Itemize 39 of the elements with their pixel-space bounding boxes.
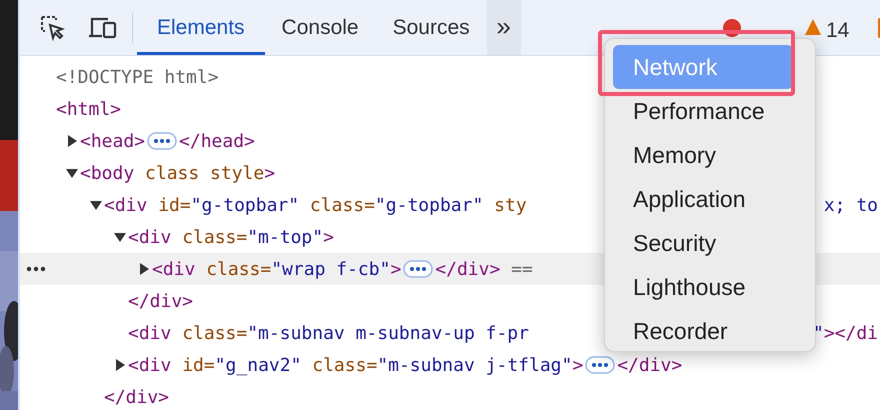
code-token: <div	[128, 226, 172, 250]
code-token: class=	[205, 258, 272, 282]
code-token: "m-top"	[247, 226, 324, 250]
code-token: ></di	[824, 322, 878, 346]
code-token: <html>	[56, 98, 122, 122]
code-token: "m-subnav j-tflag"	[377, 354, 572, 378]
code-token: sty	[493, 194, 527, 218]
code-token: </div>	[435, 258, 500, 282]
code-token: "wrap f-cb"	[271, 258, 390, 282]
code-token: "m-subnav m-subnav-up f-pr	[247, 322, 529, 346]
code-token: "g-topbar"	[190, 194, 300, 218]
code-token: </div>	[617, 354, 682, 378]
code-token: class=	[181, 322, 248, 346]
code-token: </div>	[104, 386, 170, 410]
code-token: id=	[157, 194, 191, 218]
code-token: <div	[152, 258, 196, 282]
code-token: <head>	[80, 130, 146, 154]
code-token: <div	[128, 322, 172, 346]
code-token: class=	[181, 226, 248, 250]
code-token: >	[264, 162, 276, 186]
code-token: id=	[181, 354, 215, 378]
code-token: >	[390, 258, 402, 282]
code-token: class=	[311, 354, 378, 378]
code-token: </div>	[128, 290, 194, 314]
code-token: </head>	[179, 130, 255, 154]
warning-count: 14	[826, 18, 850, 44]
code-token: >	[323, 226, 334, 250]
code-token: <div	[104, 194, 148, 218]
code-token: "g_nav2"	[214, 354, 302, 378]
code-token: class=	[308, 194, 375, 218]
code-token: ==	[510, 258, 533, 282]
code-token: class style	[144, 162, 264, 186]
code-token: "	[812, 322, 824, 346]
code-token: <div	[128, 354, 172, 378]
code-token: <body	[80, 162, 134, 186]
code-token: <!DOCTYPE html>	[56, 66, 219, 90]
code-token: "g-topbar"	[374, 194, 484, 218]
code-token: >	[572, 354, 584, 378]
code-token: x; to	[824, 194, 878, 218]
